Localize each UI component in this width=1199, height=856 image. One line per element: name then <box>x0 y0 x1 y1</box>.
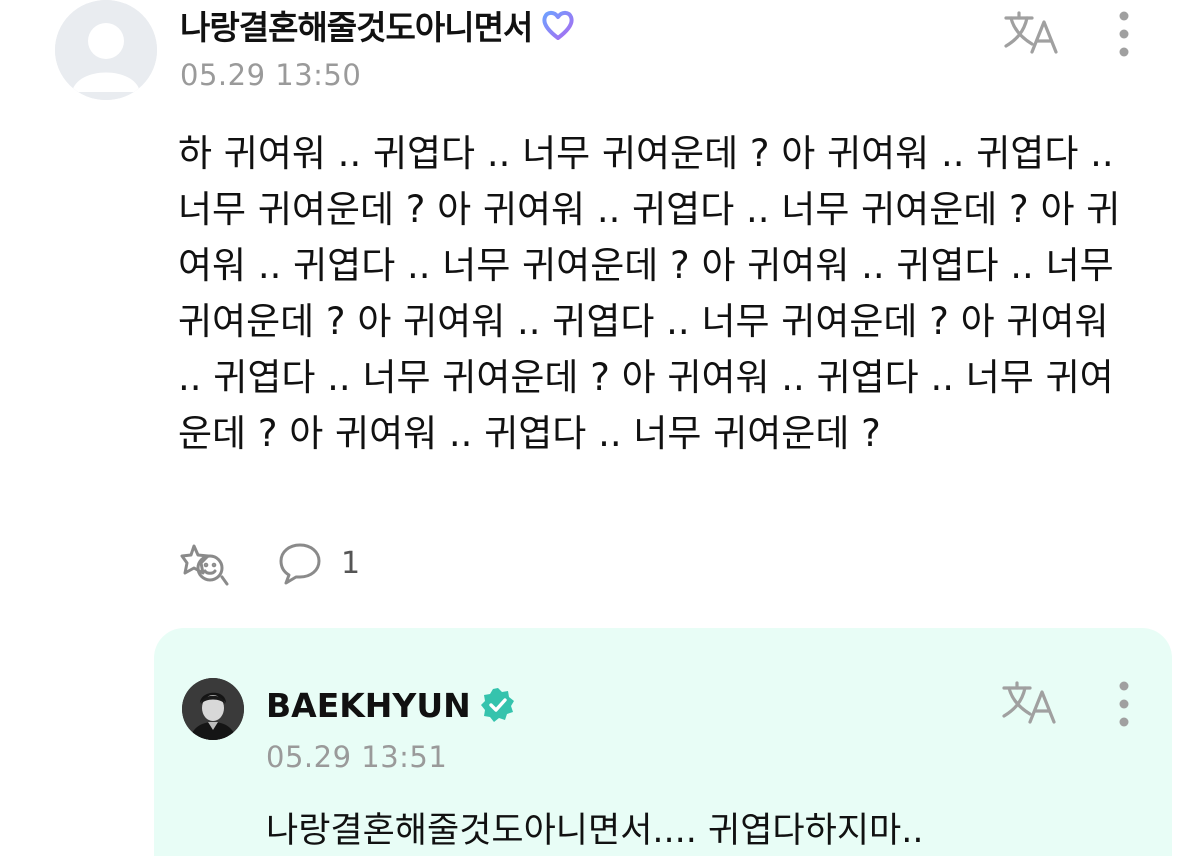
avatar[interactable] <box>55 0 157 100</box>
artist-avatar-icon <box>182 678 244 740</box>
artist-avatar[interactable] <box>182 678 244 740</box>
reply-author-row: BAEKHYUN <box>266 682 517 728</box>
post-author-row: 나랑결혼해줄것도아니면서 <box>180 2 576 48</box>
post-author-name[interactable]: 나랑결혼해줄것도아니면서 <box>180 1 533 49</box>
reply-timestamp: 05.29 13:51 <box>266 740 448 774</box>
more-vertical-icon[interactable] <box>1114 6 1134 66</box>
purple-heart-icon <box>542 10 574 40</box>
default-user-avatar-icon <box>55 0 157 100</box>
comment-count: 1 <box>341 545 361 581</box>
artist-reply-card: BAEKHYUN 05.29 13:51 나랑결혼해줄것도아니면서.... 귀엽… <box>154 628 1172 856</box>
reply-more-vertical-icon[interactable] <box>1114 676 1134 736</box>
comment-bubble-icon <box>279 543 321 585</box>
add-reaction-icon <box>180 544 229 586</box>
comment-button[interactable]: 1 <box>277 540 360 586</box>
post-body: 하 귀여워 .. 귀엽다 .. 너무 귀여운데 ? 아 귀여워 .. 귀엽다 .… <box>178 132 1121 455</box>
post-action-bar: 1 <box>180 538 360 588</box>
comment-thread: 나랑결혼해줄것도아니면서 05.29 13:50 하 귀여워 .. 귀엽다 .. <box>0 0 1199 856</box>
translate-icon[interactable] <box>1002 8 1062 58</box>
verified-badge-icon <box>480 688 514 722</box>
reply-translate-icon[interactable] <box>1000 678 1060 728</box>
post-timestamp: 05.29 13:50 <box>180 58 362 92</box>
add-reaction-button[interactable] <box>180 538 232 588</box>
reply-author-name[interactable]: BAEKHYUN <box>266 686 471 725</box>
reply-body: 나랑결혼해줄것도아니면서.... 귀엽다하지마.. <box>266 811 924 851</box>
